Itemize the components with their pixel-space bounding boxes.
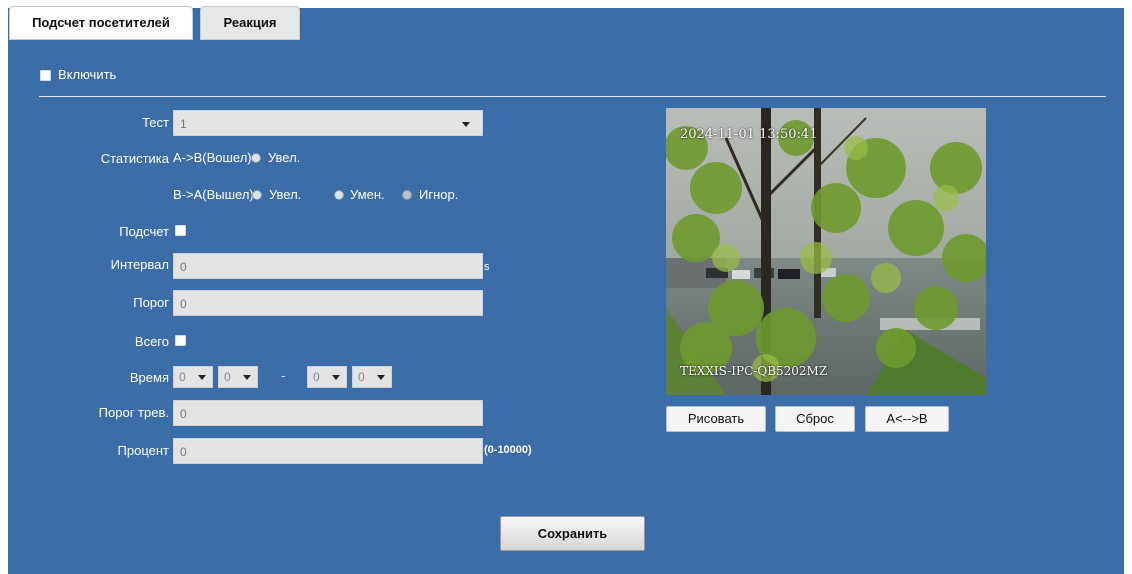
threshold-label: Порог bbox=[133, 295, 169, 310]
percent-value: 0 bbox=[180, 445, 187, 459]
ba-ignore-radio[interactable] bbox=[402, 190, 412, 200]
threshold-input[interactable]: 0 bbox=[173, 290, 483, 316]
chevron-down-icon bbox=[243, 375, 251, 380]
time-end-minute-value: 0 bbox=[358, 370, 365, 384]
percent-label: Процент bbox=[117, 443, 169, 458]
ab-direction-label: A->B(Вошел) bbox=[173, 150, 252, 165]
chevron-down-icon bbox=[377, 375, 385, 380]
time-start-hour-select[interactable]: 0 bbox=[173, 366, 213, 388]
enable-checkbox[interactable] bbox=[40, 70, 51, 81]
alarm-threshold-input[interactable]: 0 bbox=[173, 400, 483, 426]
alarm-threshold-value: 0 bbox=[180, 407, 187, 421]
time-start-hour-value: 0 bbox=[179, 370, 186, 384]
ba-increase-radio[interactable] bbox=[252, 190, 262, 200]
chevron-down-icon bbox=[198, 375, 206, 380]
chevron-down-icon bbox=[332, 375, 340, 380]
time-separator: - bbox=[281, 368, 286, 383]
time-end-hour-value: 0 bbox=[313, 370, 320, 384]
chevron-down-icon bbox=[462, 122, 470, 127]
time-start-minute-select[interactable]: 0 bbox=[218, 366, 258, 388]
ba-decrease-label: Умен. bbox=[350, 187, 385, 202]
swap-direction-button[interactable]: A<-->B bbox=[865, 406, 949, 432]
tab-reaction[interactable]: Реакция bbox=[200, 6, 300, 40]
alarm-threshold-label: Порог трев. bbox=[98, 405, 169, 420]
interval-input[interactable]: 0 bbox=[173, 253, 483, 279]
ab-increase-label: Увел. bbox=[268, 150, 301, 165]
count-checkbox[interactable] bbox=[175, 225, 186, 236]
save-button[interactable]: Сохранить bbox=[500, 516, 645, 551]
interval-value: 0 bbox=[180, 260, 187, 274]
percent-input[interactable]: 0 bbox=[173, 438, 483, 464]
ba-direction-label: B->A(Вышел) bbox=[173, 187, 254, 202]
time-label: Время bbox=[129, 370, 169, 385]
divider bbox=[39, 96, 1106, 97]
time-end-minute-select[interactable]: 0 bbox=[352, 366, 392, 388]
preview-camera-name: TEXXIS-IPC-QB5202MZ bbox=[680, 364, 828, 378]
time-end-hour-select[interactable]: 0 bbox=[307, 366, 347, 388]
ab-increase-radio[interactable] bbox=[251, 153, 261, 163]
tab-visitor-count[interactable]: Подсчет посетителей bbox=[9, 6, 193, 40]
threshold-value: 0 bbox=[180, 297, 187, 311]
count-label: Подсчет bbox=[119, 224, 169, 239]
interval-unit: s bbox=[484, 261, 490, 273]
statistics-label: Статистика bbox=[100, 151, 169, 166]
preview-timestamp: 2024-11-01 13:50:41 bbox=[680, 127, 818, 142]
test-select-value: 1 bbox=[180, 117, 187, 131]
total-label: Всего bbox=[134, 334, 169, 349]
ba-increase-label: Увел. bbox=[269, 187, 302, 202]
time-start-minute-value: 0 bbox=[224, 370, 231, 384]
enable-label: Включить bbox=[58, 67, 117, 82]
camera-scene-image bbox=[666, 108, 986, 395]
ba-decrease-radio[interactable] bbox=[334, 190, 344, 200]
total-checkbox[interactable] bbox=[175, 335, 186, 346]
ba-ignore-label: Игнор. bbox=[419, 187, 459, 202]
percent-range: (0-10000) bbox=[484, 444, 532, 456]
draw-button[interactable]: Рисовать bbox=[666, 406, 766, 432]
test-select[interactable]: 1 bbox=[173, 110, 483, 136]
test-label: Тест bbox=[142, 115, 169, 130]
camera-preview[interactable]: 2024-11-01 13:50:41 TEXXIS-IPC-QB5202MZ bbox=[666, 108, 986, 395]
interval-label: Интервал bbox=[110, 257, 169, 272]
reset-button[interactable]: Сброс bbox=[775, 406, 855, 432]
